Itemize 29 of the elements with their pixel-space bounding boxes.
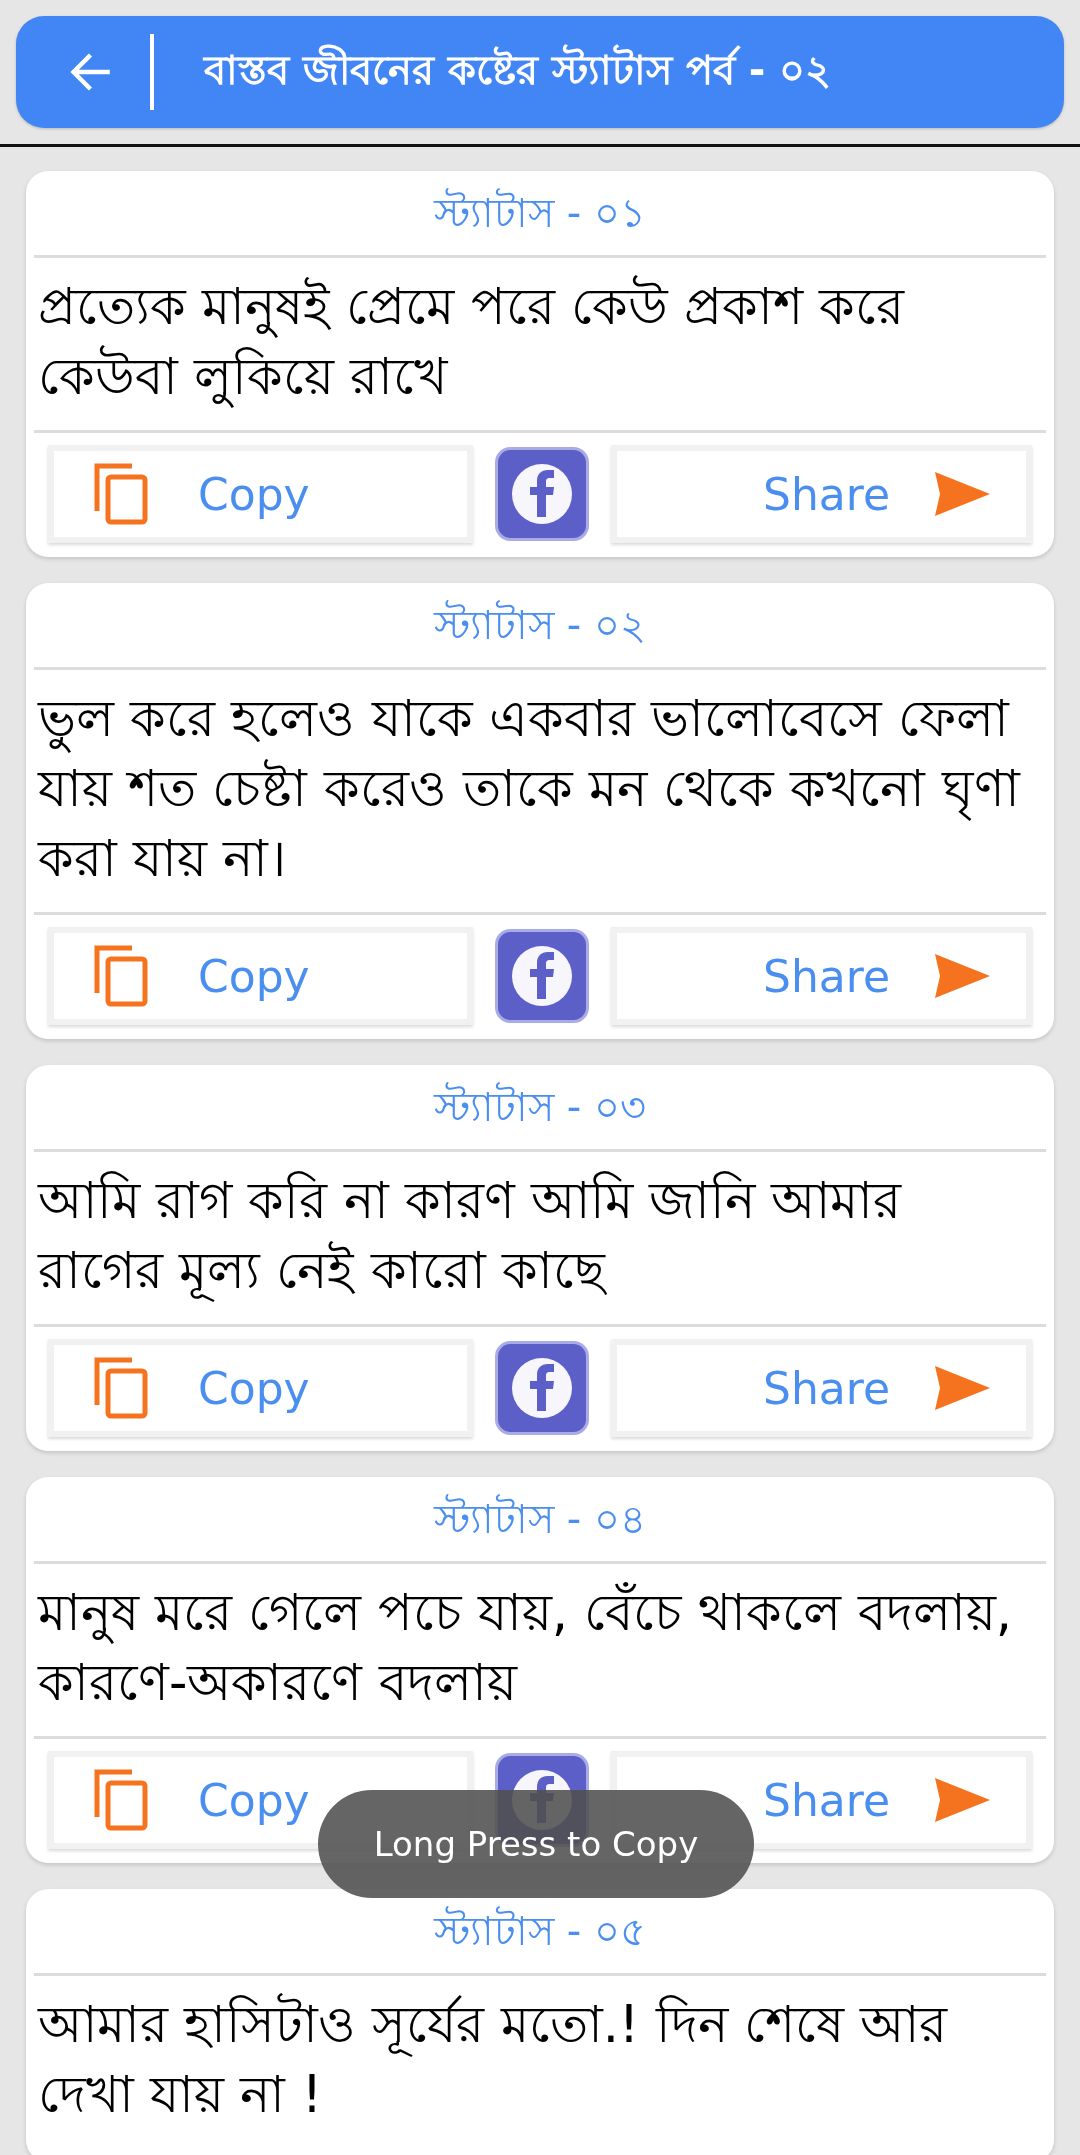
- facebook-icon[interactable]: [495, 1341, 589, 1435]
- status-text: আমি রাগ করি না কারণ আমি জানি আমার রাগের মূল্য নেই কারো কাছে: [36, 1170, 903, 1304]
- send-icon: [934, 1777, 990, 1823]
- copy-button[interactable]: Copy: [48, 1339, 473, 1437]
- status-text: আমার হাসিটাও সূর্যের মতো.! দিন শেষে আর দেখা যায় না !: [36, 1992, 949, 2126]
- copy-toast: Long Press to Copy: [318, 1790, 754, 1898]
- share-button[interactable]: Share: [611, 1339, 1032, 1437]
- share-button[interactable]: Share: [611, 445, 1032, 543]
- share-button[interactable]: Share: [611, 927, 1032, 1025]
- status-title: স্ট্যাটাস - ০৫: [434, 1905, 646, 1956]
- copy-icon: [94, 945, 148, 1007]
- status-title: স্ট্যাটাস - ০১: [434, 187, 646, 238]
- copy-button[interactable]: Copy: [48, 445, 473, 543]
- status-text: মানুষ মরে গেলে পচে যায়, বেঁচে থাকলে বদলায়, কারণে-অকারণে বদলায়: [36, 1581, 1013, 1714]
- status-title: স্ট্যাটাস - ০২: [434, 599, 646, 650]
- send-icon: [934, 471, 990, 517]
- copy-icon: [94, 1769, 148, 1831]
- send-icon: [934, 953, 990, 999]
- status-text: ভুল করে হলেও যাকে একবার ভালোবেসে ফেলা যায় শত চেষ্টা করেও তাকে মন থেকে কখনো ঘৃণা করা যায় না।: [36, 688, 1022, 890]
- status-title: স্ট্যাটাস - ০৪: [434, 1493, 646, 1544]
- status-title: স্ট্যাটাস - ০৩: [434, 1081, 646, 1132]
- send-icon: [934, 1365, 990, 1411]
- copy-icon: [94, 463, 148, 525]
- copy-button[interactable]: Copy: [48, 927, 473, 1025]
- screen-title: বাস্তব জীবনের কষ্টের স্ট্যাটাস পর্ব - ০২: [204, 43, 832, 95]
- facebook-icon[interactable]: [495, 929, 589, 1023]
- status-text: প্রত্যেক মানুষই প্রেমে পরে কেউ প্রকাশ করে কেউবা লুকিয়ে রাখে: [37, 274, 906, 410]
- facebook-icon[interactable]: [495, 447, 589, 541]
- copy-icon: [94, 1357, 148, 1419]
